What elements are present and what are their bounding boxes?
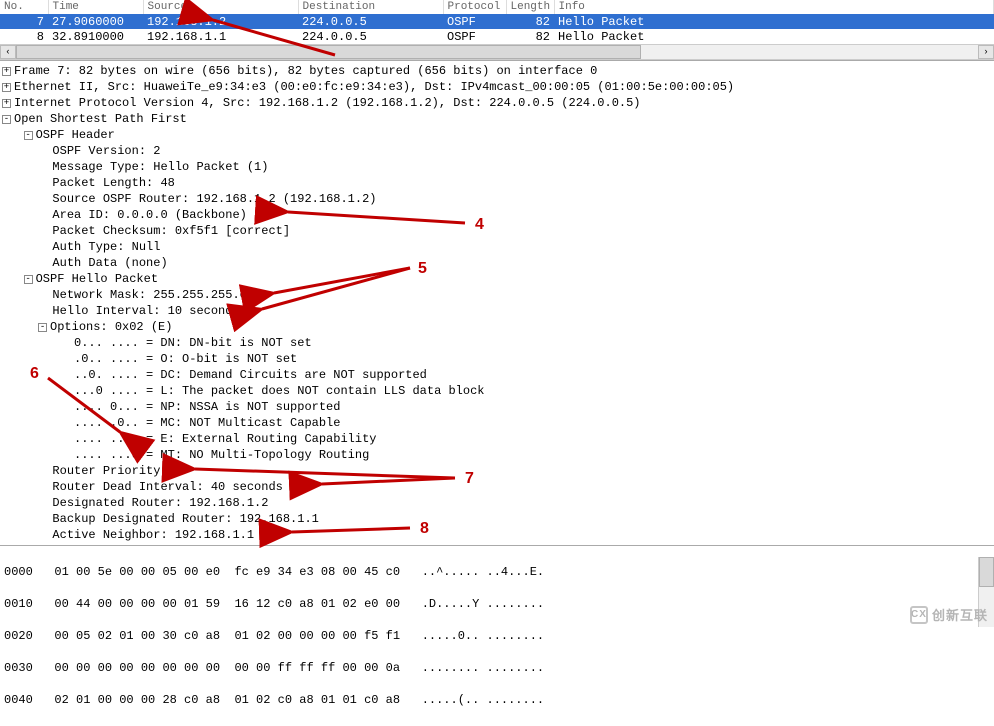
cell-source: 192.168.1.1	[143, 29, 298, 44]
table-row[interactable]: 7 27.9060000 192.168.1.2 224.0.0.5 OSPF …	[0, 14, 994, 29]
collapse-icon[interactable]: -	[24, 275, 33, 284]
tree-item-ospf[interactable]: -Open Shortest Path First	[2, 111, 994, 127]
scroll-right-icon[interactable]: ›	[978, 45, 994, 59]
cell-source: 192.168.1.2	[143, 14, 298, 29]
cell-protocol: OSPF	[443, 14, 506, 29]
hex-row[interactable]: 0030 00 00 00 00 00 00 00 00 00 00 ff ff…	[4, 660, 990, 676]
col-source[interactable]: Source	[143, 0, 298, 14]
detail-option-e[interactable]: .... ..1. = E: External Routing Capabili…	[2, 431, 994, 447]
packet-table[interactable]: No. Time Source Destination Protocol Len…	[0, 0, 994, 44]
cell-info: Hello Packet	[554, 14, 994, 29]
tree-item-eth[interactable]: +Ethernet II, Src: HuaweiTe_e9:34:e3 (00…	[2, 79, 994, 95]
detail-option-mc[interactable]: .... .0.. = MC: NOT Multicast Capable	[2, 415, 994, 431]
detail-option-dc[interactable]: ..0. .... = DC: Demand Circuits are NOT …	[2, 367, 994, 383]
collapse-icon[interactable]: -	[2, 115, 11, 124]
cell-time: 32.8910000	[48, 29, 143, 44]
packet-list-pane: No. Time Source Destination Protocol Len…	[0, 0, 994, 61]
detail-priority[interactable]: Router Priority: 1	[2, 463, 994, 479]
detail-src-router[interactable]: Source OSPF Router: 192.168.1.2 (192.168…	[2, 191, 994, 207]
col-time[interactable]: Time	[48, 0, 143, 14]
tree-item-options[interactable]: -Options: 0x02 (E)	[2, 319, 994, 335]
cell-destination: 224.0.0.5	[298, 14, 443, 29]
detail-pkt-length[interactable]: Packet Length: 48	[2, 175, 994, 191]
watermark-text: 创新互联	[932, 605, 988, 624]
tree-item-frame[interactable]: +Frame 7: 82 bytes on wire (656 bits), 8…	[2, 63, 994, 79]
table-row[interactable]: 8 32.8910000 192.168.1.1 224.0.0.5 OSPF …	[0, 29, 994, 44]
detail-option-o[interactable]: .0.. .... = O: O-bit is NOT set	[2, 351, 994, 367]
cell-no: 7	[0, 14, 48, 29]
detail-ospf-version[interactable]: OSPF Version: 2	[2, 143, 994, 159]
hex-row[interactable]: 0040 02 01 00 00 00 28 c0 a8 01 02 c0 a8…	[4, 692, 990, 708]
expand-icon[interactable]: +	[2, 83, 11, 92]
detail-option-mt[interactable]: .... ...0 = MT: NO Multi-Topology Routin…	[2, 447, 994, 463]
detail-option-l[interactable]: ...0 .... = L: The packet does NOT conta…	[2, 383, 994, 399]
detail-auth-data[interactable]: Auth Data (none)	[2, 255, 994, 271]
cell-length: 82	[506, 29, 554, 44]
col-length[interactable]: Length	[506, 0, 554, 14]
expand-icon[interactable]: +	[2, 99, 11, 108]
hex-pane[interactable]: 0000 01 00 5e 00 00 05 00 e0 fc e9 34 e3…	[0, 546, 994, 726]
watermark-logo-icon: CX	[910, 606, 928, 624]
collapse-icon[interactable]: -	[38, 323, 47, 332]
detail-dr[interactable]: Designated Router: 192.168.1.2	[2, 495, 994, 511]
detail-dead-interval[interactable]: Router Dead Interval: 40 seconds	[2, 479, 994, 495]
scroll-thumb[interactable]	[16, 45, 641, 59]
detail-auth-type[interactable]: Auth Type: Null	[2, 239, 994, 255]
watermark: CX 创新互联	[910, 605, 988, 624]
col-info[interactable]: Info	[554, 0, 994, 14]
cell-destination: 224.0.0.5	[298, 29, 443, 44]
scroll-track[interactable]	[16, 45, 978, 59]
detail-netmask[interactable]: Network Mask: 255.255.255.0	[2, 287, 994, 303]
packet-list-hscroll[interactable]: ‹ ›	[0, 44, 994, 60]
expand-icon[interactable]: +	[2, 67, 11, 76]
hex-row[interactable]: 0000 01 00 5e 00 00 05 00 e0 fc e9 34 e3…	[4, 564, 990, 580]
col-protocol[interactable]: Protocol	[443, 0, 506, 14]
scroll-left-icon[interactable]: ‹	[0, 45, 16, 59]
detail-bdr[interactable]: Backup Designated Router: 192.168.1.1	[2, 511, 994, 527]
detail-checksum[interactable]: Packet Checksum: 0xf5f1 [correct]	[2, 223, 994, 239]
detail-option-dn[interactable]: 0... .... = DN: DN-bit is NOT set	[2, 335, 994, 351]
cell-no: 8	[0, 29, 48, 44]
cell-time: 27.9060000	[48, 14, 143, 29]
cell-info: Hello Packet	[554, 29, 994, 44]
tree-item-hello[interactable]: -OSPF Hello Packet	[2, 271, 994, 287]
hex-row[interactable]: 0020 00 05 02 01 00 30 c0 a8 01 02 00 00…	[4, 628, 990, 644]
cell-length: 82	[506, 14, 554, 29]
tree-item-ospf-header[interactable]: -OSPF Header	[2, 127, 994, 143]
detail-msg-type[interactable]: Message Type: Hello Packet (1)	[2, 159, 994, 175]
scroll-thumb[interactable]	[979, 557, 994, 587]
detail-option-np[interactable]: .... 0... = NP: NSSA is NOT supported	[2, 399, 994, 415]
tree-item-ip[interactable]: +Internet Protocol Version 4, Src: 192.1…	[2, 95, 994, 111]
detail-hello-interval[interactable]: Hello Interval: 10 seconds	[2, 303, 994, 319]
detail-area-id[interactable]: Area ID: 0.0.0.0 (Backbone)	[2, 207, 994, 223]
packet-table-header[interactable]: No. Time Source Destination Protocol Len…	[0, 0, 994, 14]
col-no[interactable]: No.	[0, 0, 48, 14]
detail-neighbor[interactable]: Active Neighbor: 192.168.1.1	[2, 527, 994, 543]
collapse-icon[interactable]: -	[24, 131, 33, 140]
cell-protocol: OSPF	[443, 29, 506, 44]
packet-details-pane[interactable]: +Frame 7: 82 bytes on wire (656 bits), 8…	[0, 61, 994, 546]
hex-row[interactable]: 0010 00 44 00 00 00 00 01 59 16 12 c0 a8…	[4, 596, 990, 612]
col-destination[interactable]: Destination	[298, 0, 443, 14]
